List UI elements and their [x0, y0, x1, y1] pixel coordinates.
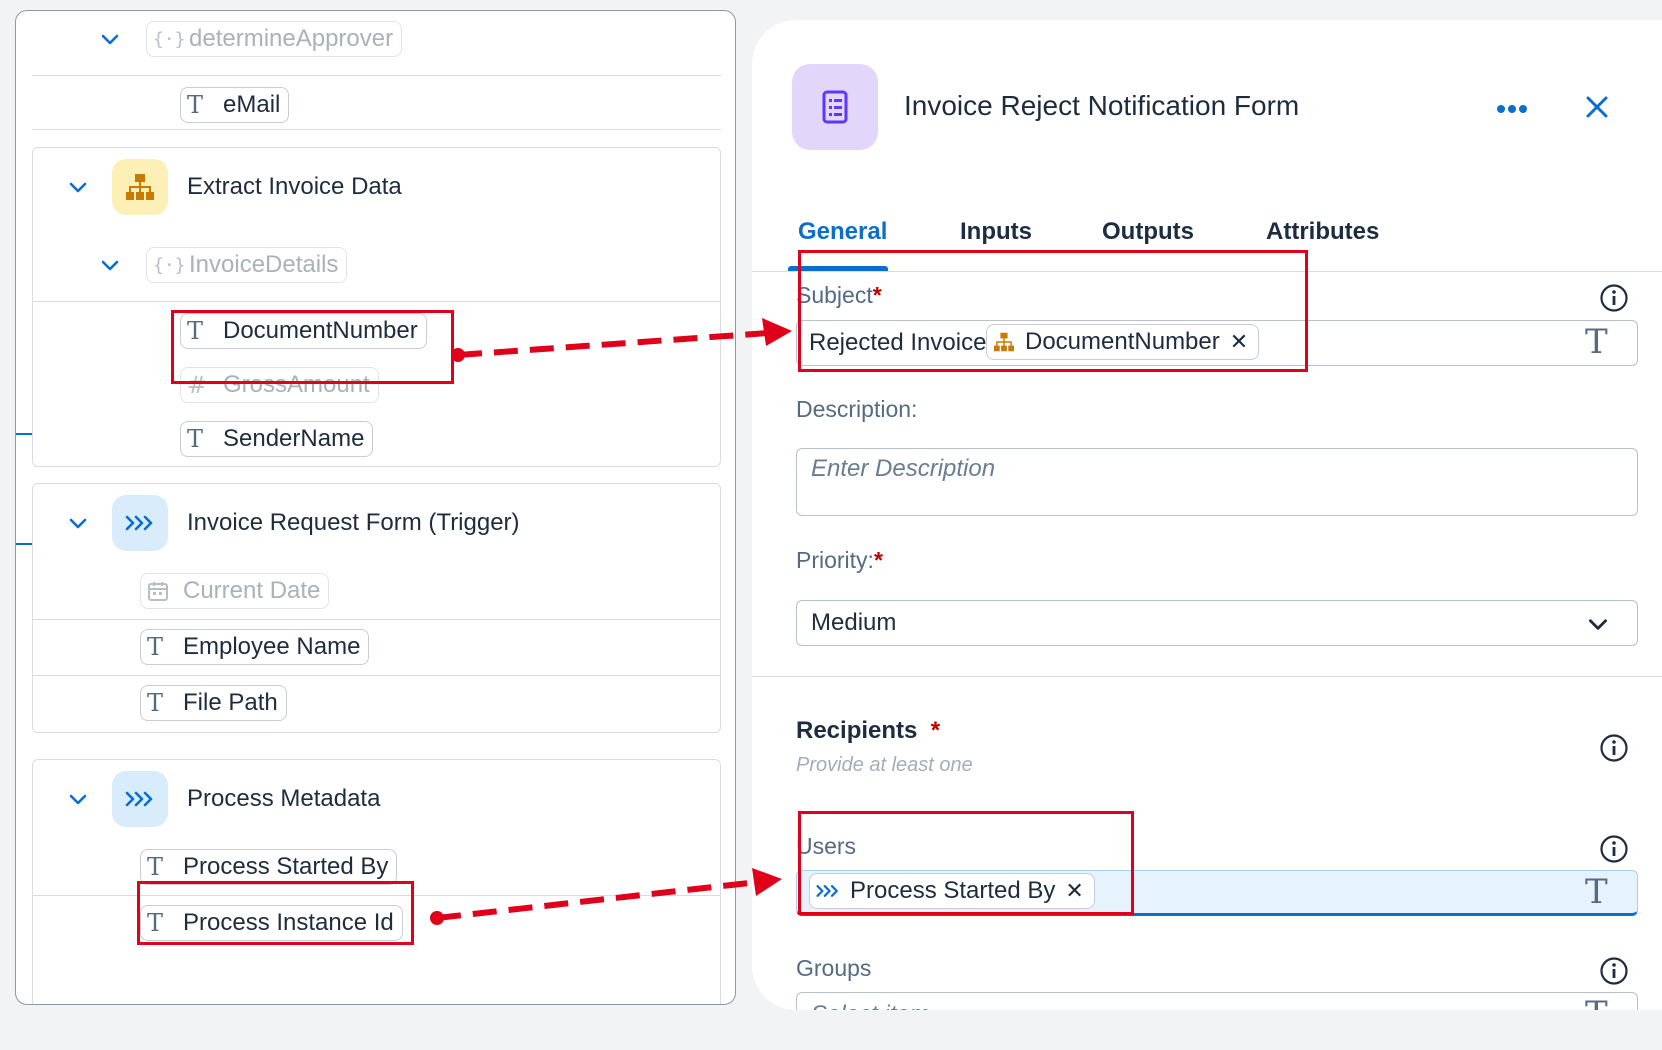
arrow-process-started-by-to-users: [430, 868, 782, 925]
arrow-documentnumber-to-subject: [451, 318, 792, 362]
annotation-arrows: [430, 318, 792, 925]
